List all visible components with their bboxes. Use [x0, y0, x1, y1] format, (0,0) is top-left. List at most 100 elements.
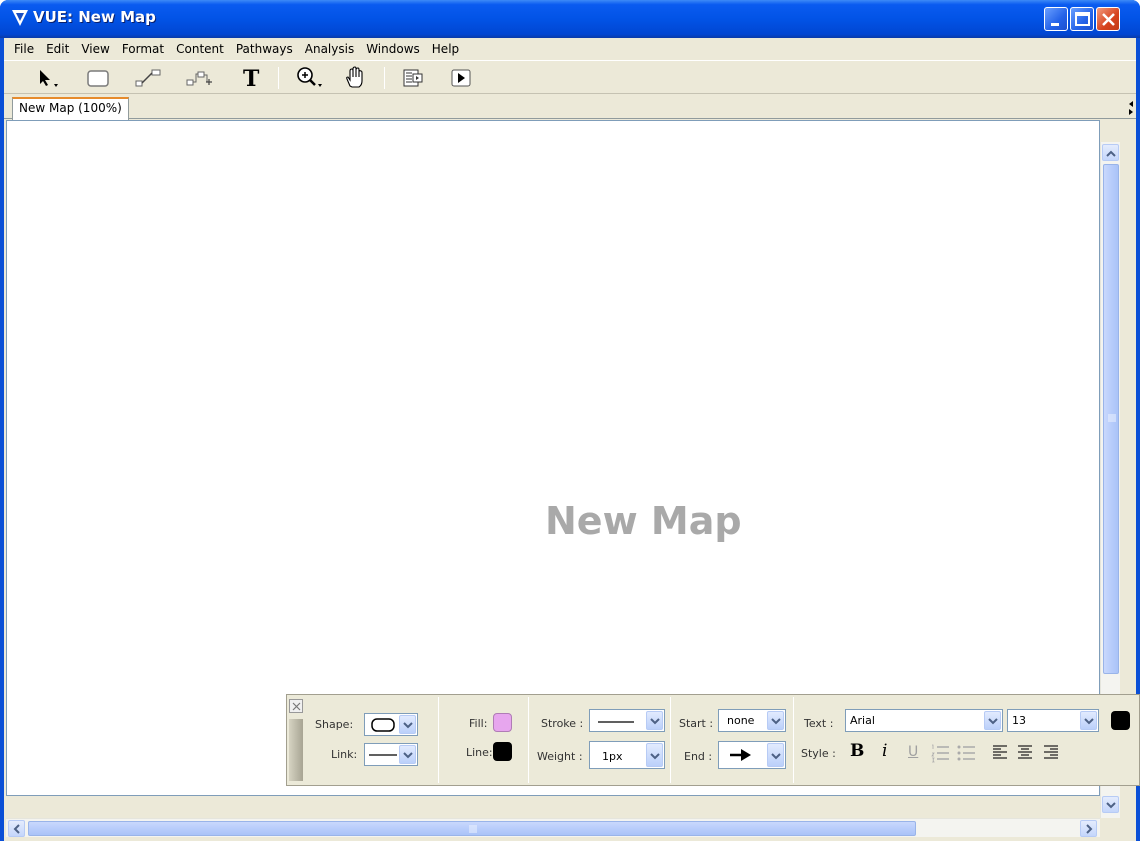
close-button[interactable]	[1096, 7, 1120, 31]
pan-tool-button[interactable]	[340, 64, 372, 92]
weight-value: 1px	[602, 750, 623, 763]
text-tool-button[interactable]: T	[236, 64, 268, 92]
stroke-style-select[interactable]	[589, 709, 665, 732]
menu-analysis[interactable]: Analysis	[299, 38, 360, 60]
align-right-icon[interactable]	[1042, 743, 1060, 763]
menu-help[interactable]: Help	[426, 38, 465, 60]
palette-drag-handle[interactable]	[289, 719, 303, 781]
end-arrow-select[interactable]	[718, 741, 786, 769]
map-tab-strip: New Map (100%)	[4, 95, 1136, 120]
palette-close-button[interactable]	[289, 699, 303, 713]
toolbar-separator	[278, 67, 279, 89]
window-title: VUE: New Map	[33, 8, 156, 26]
chevron-down-icon	[1084, 718, 1094, 725]
chevron-down-icon	[650, 718, 660, 725]
text-label: Text :	[804, 717, 834, 730]
grip-icon	[469, 825, 477, 833]
chevron-right-icon	[1086, 824, 1093, 834]
menu-view[interactable]: View	[75, 38, 115, 60]
fill-color-swatch[interactable]	[493, 713, 512, 732]
play-presentation-icon	[451, 69, 471, 87]
toolbar-separator	[384, 67, 385, 89]
font-size-value: 13	[1012, 714, 1026, 727]
weight-dropdown-arrow[interactable]	[646, 743, 663, 767]
bold-button[interactable]: B	[850, 741, 864, 761]
numbered-list-icon[interactable]	[930, 743, 950, 763]
align-center-icon[interactable]	[1016, 743, 1034, 763]
chevron-down-icon	[403, 752, 413, 759]
font-value: Arial	[850, 714, 875, 727]
map-watermark-title: New Map	[545, 499, 742, 543]
link-label: Link:	[331, 748, 358, 761]
presentation-notes-icon	[403, 69, 423, 87]
link-tool-button[interactable]	[132, 64, 164, 92]
text-color-swatch[interactable]	[1111, 711, 1130, 730]
scroll-up-button[interactable]	[1102, 144, 1119, 161]
align-left-icon[interactable]	[991, 743, 1009, 763]
start-dropdown-arrow[interactable]	[767, 711, 784, 730]
shape-label: Shape:	[315, 718, 354, 731]
horizontal-scrollbar[interactable]	[6, 818, 1100, 837]
scroll-right-button[interactable]	[1080, 820, 1097, 837]
shape-select[interactable]	[364, 713, 418, 736]
arrow-right-icon	[730, 749, 751, 761]
hand-pan-icon	[346, 66, 363, 88]
vertical-scroll-thumb[interactable]	[1103, 164, 1119, 674]
font-size-dropdown-arrow[interactable]	[1080, 711, 1097, 730]
horizontal-scroll-thumb[interactable]	[28, 821, 916, 836]
chevron-down-icon	[650, 753, 660, 760]
menu-edit[interactable]: Edit	[40, 38, 75, 60]
maximize-button[interactable]	[1070, 7, 1094, 31]
text-tool-icon: T	[243, 66, 260, 92]
style-label: Style :	[801, 747, 836, 760]
fill-label: Fill:	[469, 717, 488, 730]
start-label: Start :	[679, 717, 714, 730]
font-dropdown-arrow[interactable]	[984, 711, 1001, 730]
minimize-button[interactable]	[1044, 7, 1068, 31]
weight-select[interactable]: 1px	[589, 741, 665, 769]
weight-label: Weight :	[537, 750, 583, 763]
palette-separator	[528, 697, 529, 783]
menu-content[interactable]: Content	[170, 38, 230, 60]
scroll-left-button[interactable]	[8, 820, 25, 837]
menu-pathways[interactable]: Pathways	[230, 38, 299, 60]
grip-icon	[1108, 414, 1116, 422]
line-color-swatch[interactable]	[493, 742, 512, 761]
stroke-dropdown-arrow[interactable]	[646, 711, 663, 730]
zoom-icon	[297, 67, 322, 87]
shape-dropdown-arrow[interactable]	[399, 715, 416, 734]
play-presentation-button[interactable]	[446, 64, 478, 92]
tab-new-map[interactable]: New Map (100%)	[12, 97, 129, 120]
svg-text:T: T	[243, 66, 260, 92]
chevron-down-icon	[771, 718, 781, 725]
formatting-palette: Shape: Link: Fill: Line: Stroke : Weight…	[286, 694, 1140, 786]
curved-link-icon	[186, 71, 212, 86]
menu-format[interactable]: Format	[116, 38, 170, 60]
node-tool-button[interactable]	[82, 64, 114, 92]
palette-separator	[438, 697, 439, 783]
chevron-left-icon	[13, 824, 20, 834]
rounded-rect-shape-icon	[371, 718, 395, 732]
font-family-select[interactable]: Arial	[845, 709, 1003, 732]
zoom-tool-button[interactable]	[294, 64, 326, 92]
scroll-down-button[interactable]	[1102, 796, 1119, 813]
underline-button[interactable]: U	[908, 744, 918, 760]
menu-windows[interactable]: Windows	[360, 38, 426, 60]
line-label: Line:	[466, 746, 493, 759]
curved-link-tool-button[interactable]	[184, 64, 216, 92]
bullet-list-icon[interactable]	[956, 743, 976, 763]
end-dropdown-arrow[interactable]	[767, 743, 784, 767]
start-arrow-select[interactable]: none	[718, 709, 786, 732]
menu-file[interactable]: File	[8, 38, 40, 60]
link-dropdown-arrow[interactable]	[399, 745, 416, 764]
presentation-notes-button[interactable]	[398, 64, 430, 92]
palette-separator	[670, 697, 671, 783]
title-bar[interactable]: VUE: New Map	[0, 0, 1140, 38]
selection-tool-button[interactable]	[32, 64, 64, 92]
link-style-select[interactable]	[364, 743, 418, 766]
chevron-down-icon	[403, 722, 413, 729]
italic-button[interactable]: i	[882, 741, 887, 761]
font-size-select[interactable]: 13	[1007, 709, 1099, 732]
chevron-down-icon	[988, 718, 998, 725]
tab-scroll-arrows-icon[interactable]	[1128, 101, 1134, 115]
